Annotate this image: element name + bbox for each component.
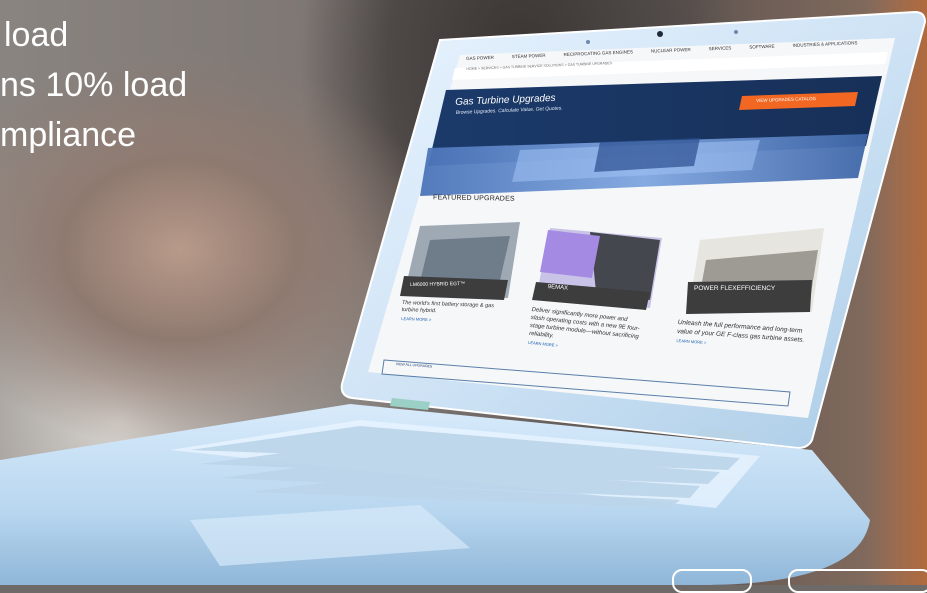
nav-item[interactable]: SOFTWARE bbox=[749, 44, 775, 50]
card-desc-lm6000: The world's first battery storage & gas … bbox=[401, 300, 495, 315]
bottom-pill-left bbox=[672, 569, 752, 593]
webcam-icon bbox=[657, 31, 663, 37]
card-label-power-flexefficiency[interactable]: POWER FLEXEFFICIENCY bbox=[694, 284, 804, 293]
nav-item[interactable]: NUCLEAR POWER bbox=[651, 47, 691, 54]
featured-heading: FEATURED UPGRADES bbox=[432, 194, 515, 203]
bottom-pill-right bbox=[788, 569, 927, 593]
nav-item[interactable]: SERVICES bbox=[709, 45, 732, 51]
nav-item[interactable]: GAS POWER bbox=[466, 55, 494, 61]
nav-item[interactable]: STEAM POWER bbox=[512, 53, 546, 59]
